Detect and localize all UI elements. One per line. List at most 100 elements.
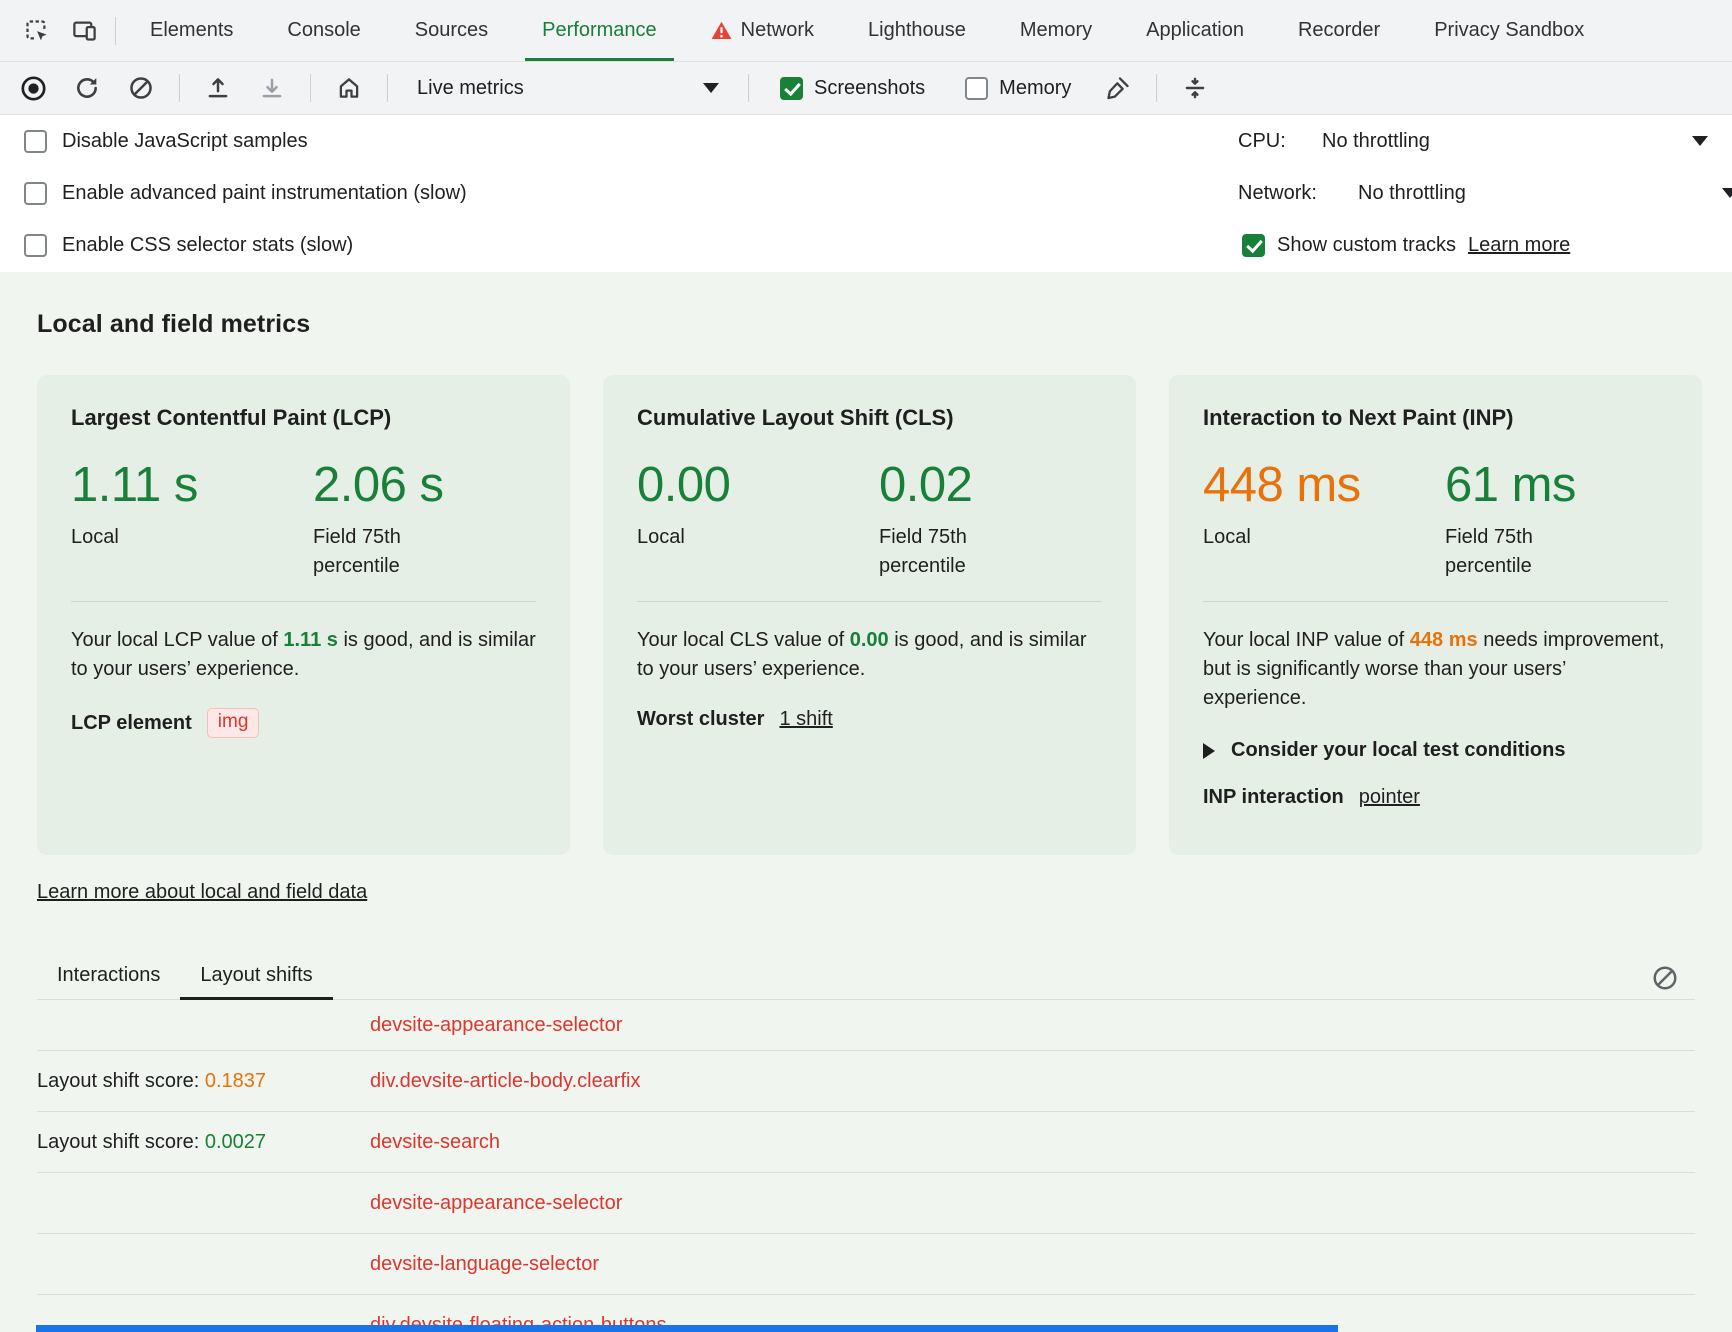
cpu-throttling-select[interactable]: No throttling (1322, 115, 1708, 167)
record-button[interactable] (10, 67, 56, 109)
divider (637, 601, 1102, 602)
layout-shift-row[interactable]: devsite-appearance-selector (37, 1000, 1695, 1051)
cls-local-value: 0.00 (637, 457, 879, 513)
checkbox-icon (24, 130, 47, 153)
save-profile-icon (259, 75, 285, 101)
divider (115, 17, 116, 45)
tab-privacy-sandbox[interactable]: Privacy Sandbox (1407, 0, 1611, 61)
learn-more-link[interactable]: Learn more (1468, 234, 1570, 257)
divider (1156, 74, 1157, 102)
device-toolbar-button[interactable] (60, 0, 108, 61)
lcp-element-label: LCP element (71, 712, 192, 735)
card-description: Your local LCP value of 1.11 s is good, … (71, 626, 536, 684)
checkbox-icon (24, 182, 47, 205)
tab-network[interactable]: Network (684, 0, 841, 61)
element-link[interactable]: devsite-search (370, 1131, 500, 1154)
checkbox-icon (965, 77, 988, 100)
screenshots-checkbox[interactable]: Screenshots (764, 77, 941, 100)
cls-card: Cumulative Layout Shift (CLS) 0.00 Local… (603, 375, 1136, 855)
card-title: Interaction to Next Paint (INP) (1203, 405, 1668, 431)
element-link[interactable]: div.devsite-article-body.clearfix (370, 1070, 640, 1093)
network-throttling-label: Network: (1238, 167, 1317, 219)
tab-label: Memory (1020, 19, 1092, 42)
clear-log-button[interactable] (1645, 960, 1685, 996)
divider (387, 74, 388, 102)
tab-elements[interactable]: Elements (123, 0, 260, 61)
worst-cluster-link[interactable]: 1 shift (779, 708, 832, 731)
live-metrics-label: Live metrics (417, 77, 524, 100)
card-description: Your local CLS value of 0.00 is good, an… (637, 626, 1102, 684)
inp-field-value: 61 ms (1445, 457, 1576, 513)
tab-label: Console (287, 19, 360, 42)
tab-label: Application (1146, 19, 1244, 42)
lcp-element-chip[interactable]: img (207, 708, 260, 738)
load-profile-button[interactable] (195, 67, 241, 109)
live-metrics-view: Local and field metrics Largest Contentf… (0, 272, 1732, 1332)
page-title: Local and field metrics (37, 272, 1695, 339)
local-label: Local (637, 523, 767, 552)
element-link[interactable]: devsite-appearance-selector (370, 1192, 622, 1215)
screenshots-label: Screenshots (814, 77, 925, 100)
card-description: Your local INP value of 448 ms needs imp… (1203, 626, 1668, 713)
tab-memory[interactable]: Memory (993, 0, 1119, 61)
lcp-field-value: 2.06 s (313, 457, 443, 513)
home-button[interactable] (326, 67, 372, 109)
tab-label: Recorder (1298, 19, 1380, 42)
tab-recorder[interactable]: Recorder (1271, 0, 1407, 61)
collapse-settings-button[interactable] (1172, 67, 1218, 109)
block-icon (128, 75, 154, 101)
show-custom-tracks-row: Show custom tracks Learn more (1242, 219, 1570, 271)
inspect-button[interactable] (12, 0, 60, 61)
lcp-local-value: 1.11 s (71, 457, 313, 513)
tab-application[interactable]: Application (1119, 0, 1271, 61)
learn-more-field-data-link[interactable]: Learn more about local and field data (37, 881, 367, 904)
card-values: 448 ms Local 61 ms Field 75th percentile (1203, 457, 1668, 581)
field-label: Field 75th percentile (1445, 523, 1575, 581)
network-throttling-select[interactable]: No throttling (1358, 167, 1732, 219)
layout-shift-row[interactable]: Layout shift score: 0.1837 div.devsite-a… (37, 1051, 1695, 1112)
clear-button[interactable] (118, 67, 164, 109)
local-label: Local (1203, 523, 1333, 552)
card-title: Cumulative Layout Shift (CLS) (637, 405, 1102, 431)
checkbox-icon (24, 234, 47, 257)
layout-shift-row[interactable]: devsite-appearance-selector (37, 1173, 1695, 1234)
tab-interactions[interactable]: Interactions (37, 952, 180, 999)
cpu-throttling-label: CPU: (1238, 115, 1286, 167)
tab-sources[interactable]: Sources (388, 0, 515, 61)
tab-layout-shifts[interactable]: Layout shifts (180, 952, 332, 999)
show-custom-tracks-checkbox[interactable]: Show custom tracks (1242, 234, 1456, 257)
inspect-icon (23, 17, 50, 44)
local-test-conditions-disclosure[interactable]: Consider your local test conditions (1203, 739, 1668, 762)
lcp-card: Largest Contentful Paint (LCP) 1.11 s Lo… (37, 375, 570, 855)
layout-shift-row[interactable]: Layout shift score: 0.0027 devsite-searc… (37, 1112, 1695, 1173)
clear-log-icon (1651, 964, 1679, 992)
devtools-tab-bar: Elements Console Sources Performance Net… (0, 0, 1732, 62)
setting-label: Disable JavaScript samples (62, 130, 308, 153)
home-icon (336, 75, 362, 101)
divider (748, 74, 749, 102)
log-tab-strip: Interactions Layout shifts (37, 952, 1695, 1000)
save-profile-button[interactable] (249, 67, 295, 109)
element-link[interactable]: devsite-language-selector (370, 1253, 599, 1276)
record-and-reload-button[interactable] (64, 67, 110, 109)
element-link[interactable]: devsite-appearance-selector (370, 1014, 622, 1037)
divider (71, 601, 536, 602)
tab-lighthouse[interactable]: Lighthouse (841, 0, 993, 61)
inp-local-value: 448 ms (1203, 457, 1445, 513)
selected-row-top-sliver[interactable] (36, 1325, 1338, 1332)
tab-label: Privacy Sandbox (1434, 19, 1584, 42)
tab-label: Sources (415, 19, 488, 42)
gc-button[interactable] (1095, 67, 1141, 109)
live-metrics-select[interactable]: Live metrics (403, 67, 733, 109)
chevron-down-icon (703, 83, 719, 93)
memory-checkbox[interactable]: Memory (949, 77, 1087, 100)
load-profile-icon (205, 75, 231, 101)
tab-performance[interactable]: Performance (515, 0, 684, 61)
cpu-throttling-value: No throttling (1322, 130, 1430, 153)
field-label: Field 75th percentile (879, 523, 1009, 581)
tab-label: Network (741, 19, 814, 42)
layout-shift-row[interactable]: devsite-language-selector (37, 1234, 1695, 1295)
inp-interaction-link[interactable]: pointer (1359, 786, 1420, 809)
tab-console[interactable]: Console (260, 0, 387, 61)
broom-icon (1105, 75, 1131, 101)
